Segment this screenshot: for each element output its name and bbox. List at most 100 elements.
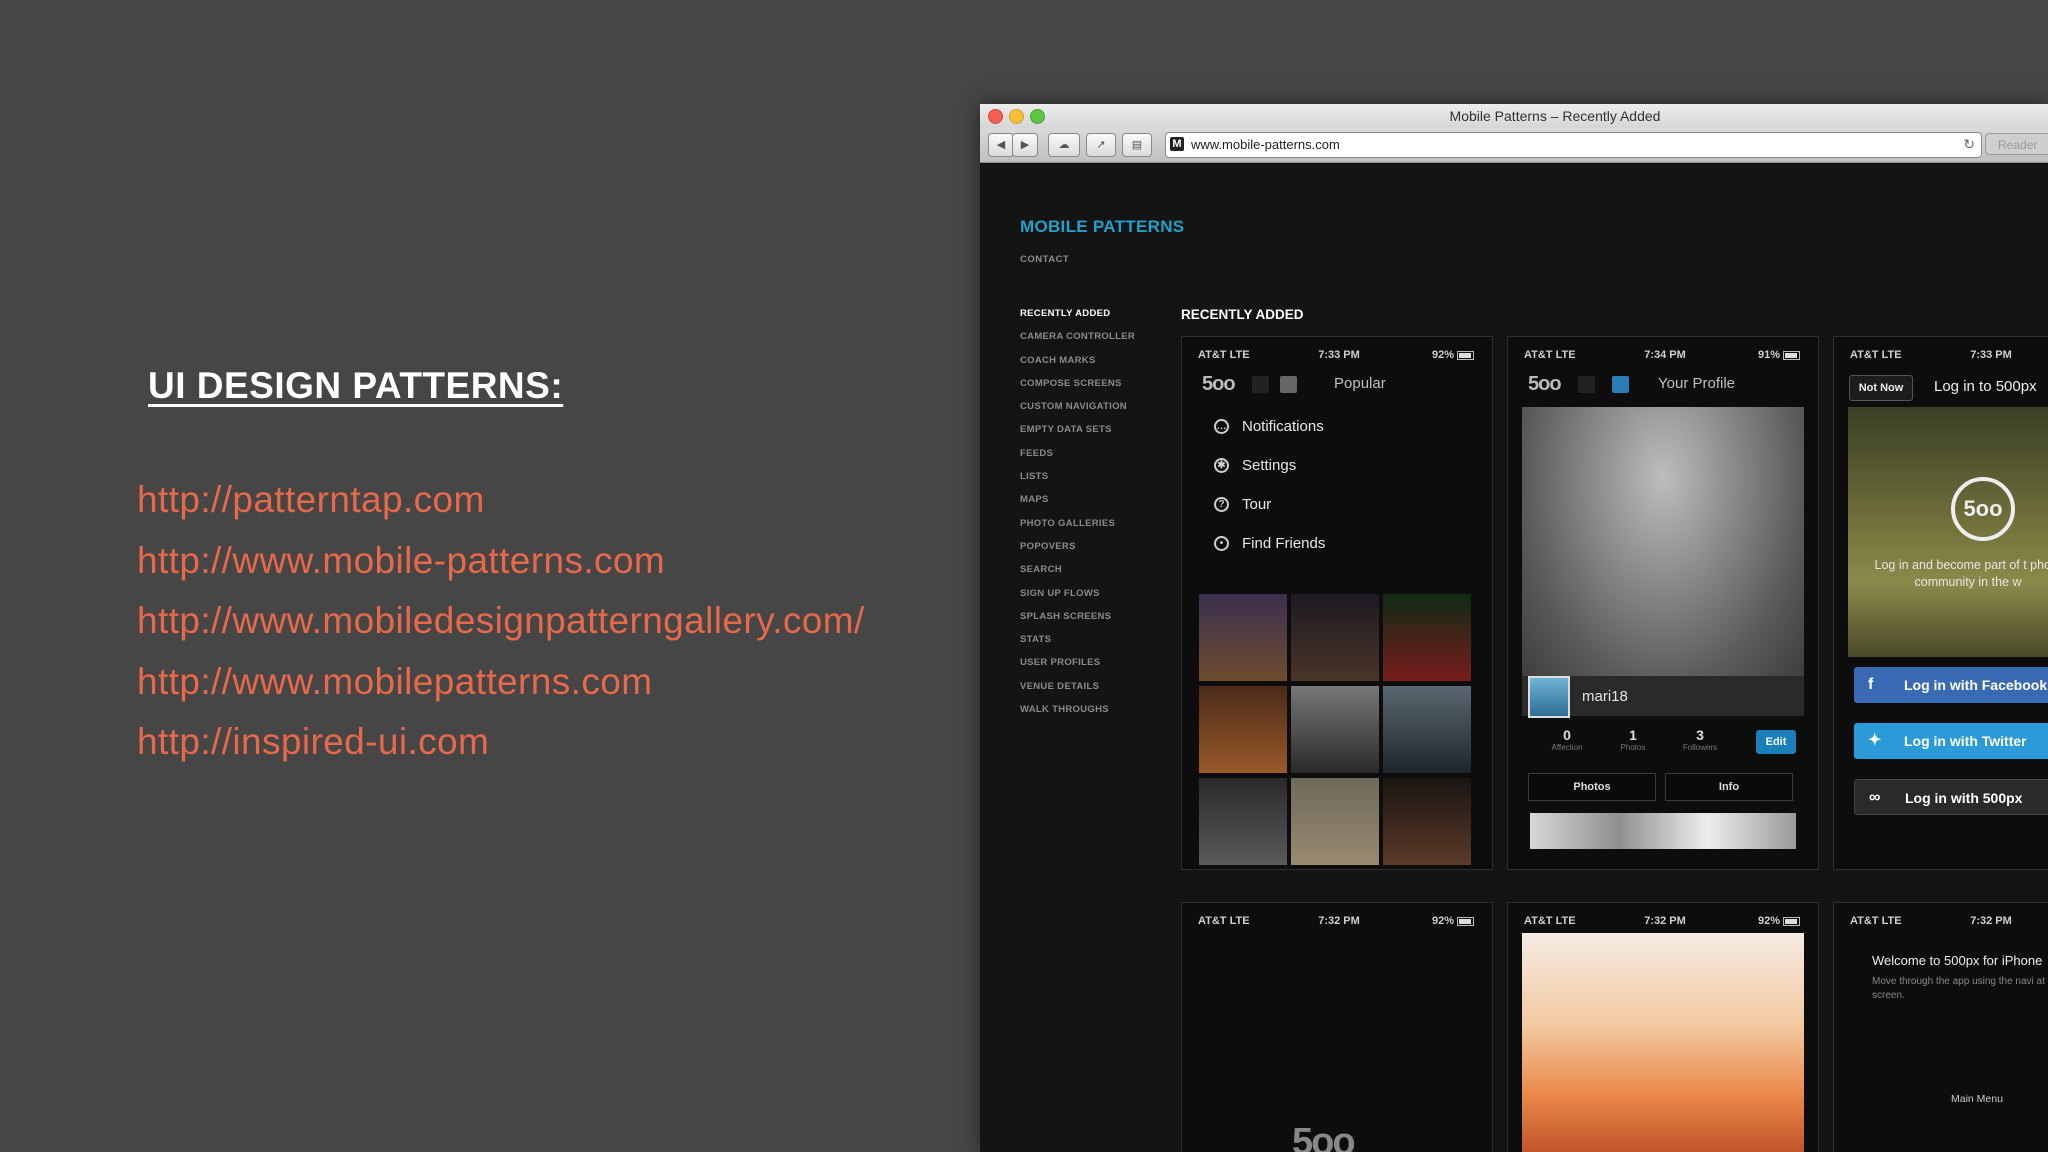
pattern-card-walkthrough[interactable]: AT&T LTE 7:32 PM Welcome to 500px for iP… xyxy=(1833,902,2048,1152)
avatar[interactable] xyxy=(1528,676,1570,718)
pattern-card-login[interactable]: AT&T LTE 7:33 PM Not Now Log in to 500px… xyxy=(1833,336,2048,870)
login-title: Log in to 500px xyxy=(1934,378,2037,395)
forward-icon: ▶ xyxy=(1020,139,1030,151)
share-button[interactable]: ↗ xyxy=(1086,133,1116,157)
menu-item-find-friends[interactable]: • Find Friends xyxy=(1214,534,1325,573)
not-now-button[interactable]: Not Now xyxy=(1849,375,1913,401)
nav-item-maps[interactable]: MAPS xyxy=(1020,494,1135,517)
back-button[interactable]: ◀ xyxy=(988,133,1014,157)
carrier-label: AT&T LTE xyxy=(1524,349,1576,361)
photo-thumb[interactable] xyxy=(1199,594,1287,681)
pattern-card-profile[interactable]: AT&T LTE 7:34 PM 91% 5oo Your Profile ma… xyxy=(1507,336,1819,870)
status-time: 7:33 PM xyxy=(1318,349,1360,361)
nav-item-popovers[interactable]: POPOVERS xyxy=(1020,541,1135,564)
link-list: http://patterntap.com http://www.mobile-… xyxy=(137,470,865,773)
stats-row: 0 Affection 1 Photos 3 Followers Edit xyxy=(1522,724,1804,764)
search-person-icon: • xyxy=(1214,536,1229,551)
menu-item-tour[interactable]: ? Tour xyxy=(1214,495,1325,534)
nav-item-walk-throughs[interactable]: WALK THROUGHS xyxy=(1020,704,1135,727)
share-icon: ↗ xyxy=(1096,139,1106,151)
link-patterntap[interactable]: http://patterntap.com xyxy=(137,470,865,531)
profile-row: mari18 xyxy=(1522,676,1804,718)
nav-item-compose-screens[interactable]: COMPOSE SCREENS xyxy=(1020,378,1135,401)
bookmarks-button[interactable]: ▤ xyxy=(1122,133,1152,157)
pattern-card-splash[interactable]: AT&T LTE 7:32 PM 92% 5oo xyxy=(1181,902,1493,1152)
tab-info[interactable]: Info xyxy=(1665,773,1793,801)
nav-item-recently-added[interactable]: RECENTLY ADDED xyxy=(1020,308,1135,331)
500px-splash-logo: 5oo xyxy=(1292,1121,1356,1152)
link-inspired-ui[interactable]: http://inspired-ui.com xyxy=(137,712,865,773)
login-twitter-button[interactable]: ✦ Log in with Twitter xyxy=(1854,723,2048,759)
status-bar: AT&T LTE 7:32 PM xyxy=(1834,915,2048,929)
nav-item-photo-galleries[interactable]: PHOTO GALLERIES xyxy=(1020,518,1135,541)
500px-circle-logo: 5oo xyxy=(1951,477,2015,541)
nav-item-venue-details[interactable]: VENUE DETAILS xyxy=(1020,681,1135,704)
photo-thumb[interactable] xyxy=(1383,778,1471,865)
battery-indicator: 92% xyxy=(1758,915,1800,927)
nav-item-custom-navigation[interactable]: CUSTOM NAVIGATION xyxy=(1020,401,1135,424)
facebook-icon: f xyxy=(1868,676,1874,693)
contact-link[interactable]: CONTACT xyxy=(1020,254,1069,265)
cover-photo[interactable] xyxy=(1522,407,1804,688)
photo-thumb[interactable] xyxy=(1383,594,1471,681)
menu-item-notifications[interactable]: … Notifications xyxy=(1214,417,1325,456)
site-logo[interactable]: MOBILE PATTERNS xyxy=(1020,217,1184,237)
status-bar: AT&T LTE 7:32 PM 92% xyxy=(1508,915,1818,929)
login-facebook-button[interactable]: f Log in with Facebook xyxy=(1854,667,2048,703)
battery-icon xyxy=(1457,350,1474,360)
nav-item-splash-screens[interactable]: SPLASH SCREENS xyxy=(1020,611,1135,634)
header-title: Your Profile xyxy=(1658,375,1735,392)
infinity-icon: ∞ xyxy=(1869,789,1881,806)
nav-item-stats[interactable]: STATS xyxy=(1020,634,1135,657)
twitter-bird-icon: ✦ xyxy=(1868,732,1882,749)
link-mobilepatterns[interactable]: http://www.mobilepatterns.com xyxy=(137,652,865,713)
nav-item-user-profiles[interactable]: USER PROFILES xyxy=(1020,657,1135,680)
pattern-card-photo[interactable]: AT&T LTE 7:32 PM 92% xyxy=(1507,902,1819,1152)
reload-icon[interactable]: ↻ xyxy=(1963,136,1975,153)
link-mobiledesignpatterngallery[interactable]: http://www.mobiledesignpatterngallery.co… xyxy=(137,591,865,652)
photo-thumb[interactable] xyxy=(1291,594,1379,681)
nav-item-sign-up-flows[interactable]: SIGN UP FLOWS xyxy=(1020,588,1135,611)
nav-item-camera-controller[interactable]: CAMERA CONTROLLER xyxy=(1020,331,1135,354)
window-title: Mobile Patterns – Recently Added xyxy=(1449,108,1661,124)
nav-item-empty-data-sets[interactable]: EMPTY DATA SETS xyxy=(1020,424,1135,447)
side-menu: … Notifications ✱ Settings ? Tour • Find… xyxy=(1214,417,1325,573)
500px-logo: 5oo xyxy=(1528,373,1562,395)
photo-thumb[interactable] xyxy=(1291,686,1379,773)
edit-button[interactable]: Edit xyxy=(1756,730,1796,754)
status-time: 7:32 PM xyxy=(1318,915,1360,927)
battery-icon xyxy=(1783,350,1800,360)
pattern-card-menu[interactable]: AT&T LTE 7:33 PM 92% 5oo Popular … Notif… xyxy=(1181,336,1493,870)
nav-item-lists[interactable]: LISTS xyxy=(1020,471,1135,494)
link-mobile-patterns[interactable]: http://www.mobile-patterns.com xyxy=(137,531,865,592)
nav-item-feeds[interactable]: FEEDS xyxy=(1020,448,1135,471)
photo-strip[interactable] xyxy=(1530,813,1796,849)
photo-thumb[interactable] xyxy=(1291,778,1379,865)
nav-item-coach-marks[interactable]: COACH MARKS xyxy=(1020,355,1135,378)
login-500px-button[interactable]: ∞ Log in with 500px xyxy=(1854,779,2048,815)
login-background-photo xyxy=(1848,407,2048,657)
tab-photos[interactable]: Photos xyxy=(1528,773,1656,801)
status-bar: AT&T LTE 7:34 PM 91% xyxy=(1508,349,1818,363)
address-bar[interactable]: M www.mobile-patterns.com ↻ xyxy=(1165,132,1982,158)
reader-button[interactable]: Reader xyxy=(1985,133,2048,155)
battery-indicator: 91% xyxy=(1758,349,1800,361)
bridge-photo[interactable] xyxy=(1522,933,1804,1152)
status-time: 7:32 PM xyxy=(1644,915,1686,927)
grid-icon xyxy=(1252,376,1269,393)
question-icon: ? xyxy=(1214,497,1229,512)
stat-affection: 0 Affection xyxy=(1537,727,1597,752)
gear-icon: ✱ xyxy=(1214,458,1229,473)
menu-item-settings[interactable]: ✱ Settings xyxy=(1214,456,1325,495)
status-bar: AT&T LTE 7:33 PM 92% xyxy=(1182,349,1492,363)
icloud-tabs-button[interactable]: ☁ xyxy=(1048,133,1080,157)
menu-label: Notifications xyxy=(1242,418,1324,435)
nav-item-search[interactable]: SEARCH xyxy=(1020,564,1135,587)
photo-thumb[interactable] xyxy=(1383,686,1471,773)
menu-label: Tour xyxy=(1242,496,1272,513)
photo-thumb[interactable] xyxy=(1199,778,1287,865)
browser-window: Mobile Patterns – Recently Added ◀ ▶ ☁ ↗… xyxy=(980,104,2048,1152)
battery-level: 92% xyxy=(1757,915,1780,927)
photo-thumb[interactable] xyxy=(1199,686,1287,773)
forward-button[interactable]: ▶ xyxy=(1012,133,1038,157)
